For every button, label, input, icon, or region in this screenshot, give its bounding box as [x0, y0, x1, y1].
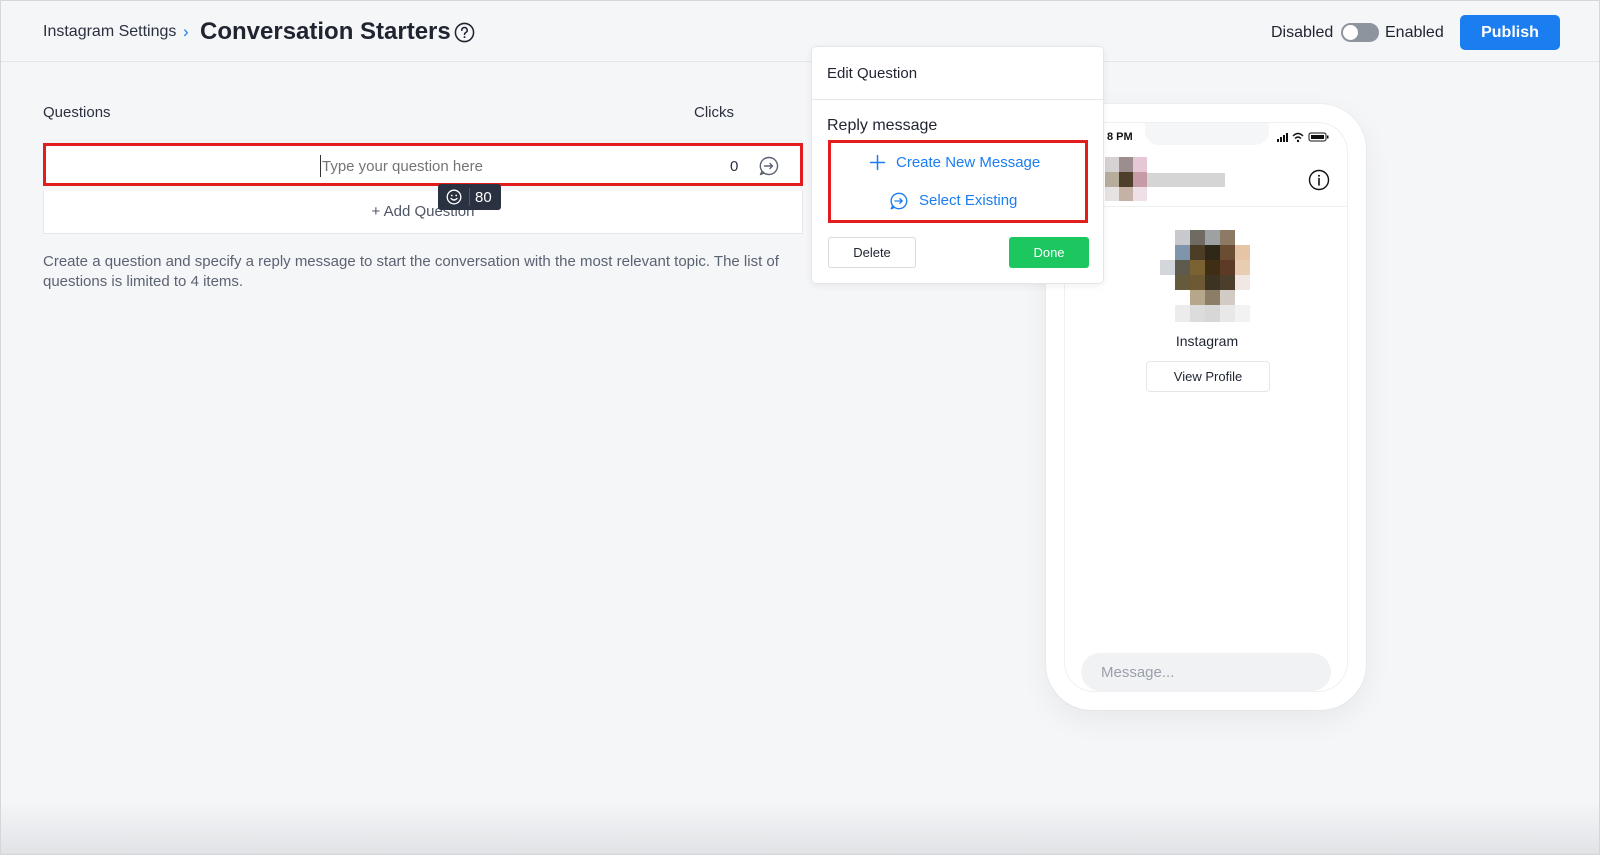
- publish-button[interactable]: Publish: [1460, 15, 1560, 50]
- reply-options: Create New Message Select Existing: [828, 140, 1088, 223]
- questions-column-header: Questions: [43, 104, 111, 121]
- profile-name: Instagram: [1175, 333, 1239, 349]
- view-profile-button[interactable]: View Profile: [1146, 361, 1270, 392]
- delete-button[interactable]: Delete: [828, 237, 916, 268]
- enable-toggle[interactable]: [1341, 23, 1379, 42]
- status-time: 8 PM: [1107, 131, 1133, 143]
- bottom-shadow: [1, 801, 1600, 855]
- chevron-right-icon: ›: [183, 22, 189, 41]
- phone-screen: 8 PM Instagram View Profile Message...: [1064, 122, 1348, 692]
- signal-wifi-battery-icon: [1277, 132, 1329, 143]
- reply-message-label: Reply message: [827, 117, 938, 134]
- chat-reply-icon: [890, 192, 908, 210]
- question-clicks-count: 0: [730, 158, 739, 175]
- done-button[interactable]: Done: [1009, 237, 1089, 268]
- chat-reply-icon[interactable]: [758, 155, 780, 177]
- char-counter: 80: [475, 189, 492, 206]
- create-new-message-label: Create New Message: [896, 154, 1041, 171]
- breadcrumb-instagram-settings[interactable]: Instagram Settings: [43, 23, 176, 41]
- header: Instagram Settings › Conversation Starte…: [1, 1, 1599, 62]
- char-counter-tooltip: 80: [438, 184, 501, 210]
- toggle-knob: [1343, 25, 1358, 40]
- question-input[interactable]: [320, 155, 700, 177]
- popup-title: Edit Question: [827, 65, 918, 82]
- select-existing-label: Select Existing: [919, 192, 1018, 209]
- info-icon[interactable]: [1308, 169, 1330, 191]
- profile-avatar: [1160, 230, 1250, 322]
- plus-icon: [869, 154, 886, 171]
- add-question-button[interactable]: + Add Question: [43, 191, 803, 234]
- page-title: Conversation Starters: [200, 18, 451, 45]
- clicks-column-header: Clicks: [694, 104, 734, 121]
- tooltip-divider: [469, 188, 470, 206]
- create-new-message-button[interactable]: Create New Message: [869, 152, 1054, 174]
- phone-notch: [1145, 123, 1269, 145]
- chat-header-divider: [1065, 206, 1347, 207]
- edit-question-popup: Edit Question Reply message Create New M…: [811, 46, 1104, 284]
- message-input[interactable]: [1081, 653, 1331, 691]
- question-row: 0: [43, 143, 803, 186]
- select-existing-button[interactable]: Select Existing: [889, 190, 1039, 212]
- popup-divider: [812, 99, 1103, 100]
- help-circle-icon[interactable]: [454, 22, 475, 43]
- toggle-disabled-label: Disabled: [1271, 24, 1334, 41]
- toggle-enabled-label: Enabled: [1385, 24, 1444, 41]
- avatar: [1105, 157, 1225, 201]
- smile-icon[interactable]: [446, 189, 462, 205]
- page: Instagram Settings › Conversation Starte…: [0, 0, 1600, 855]
- questions-hint: Create a question and specify a reply me…: [43, 253, 779, 290]
